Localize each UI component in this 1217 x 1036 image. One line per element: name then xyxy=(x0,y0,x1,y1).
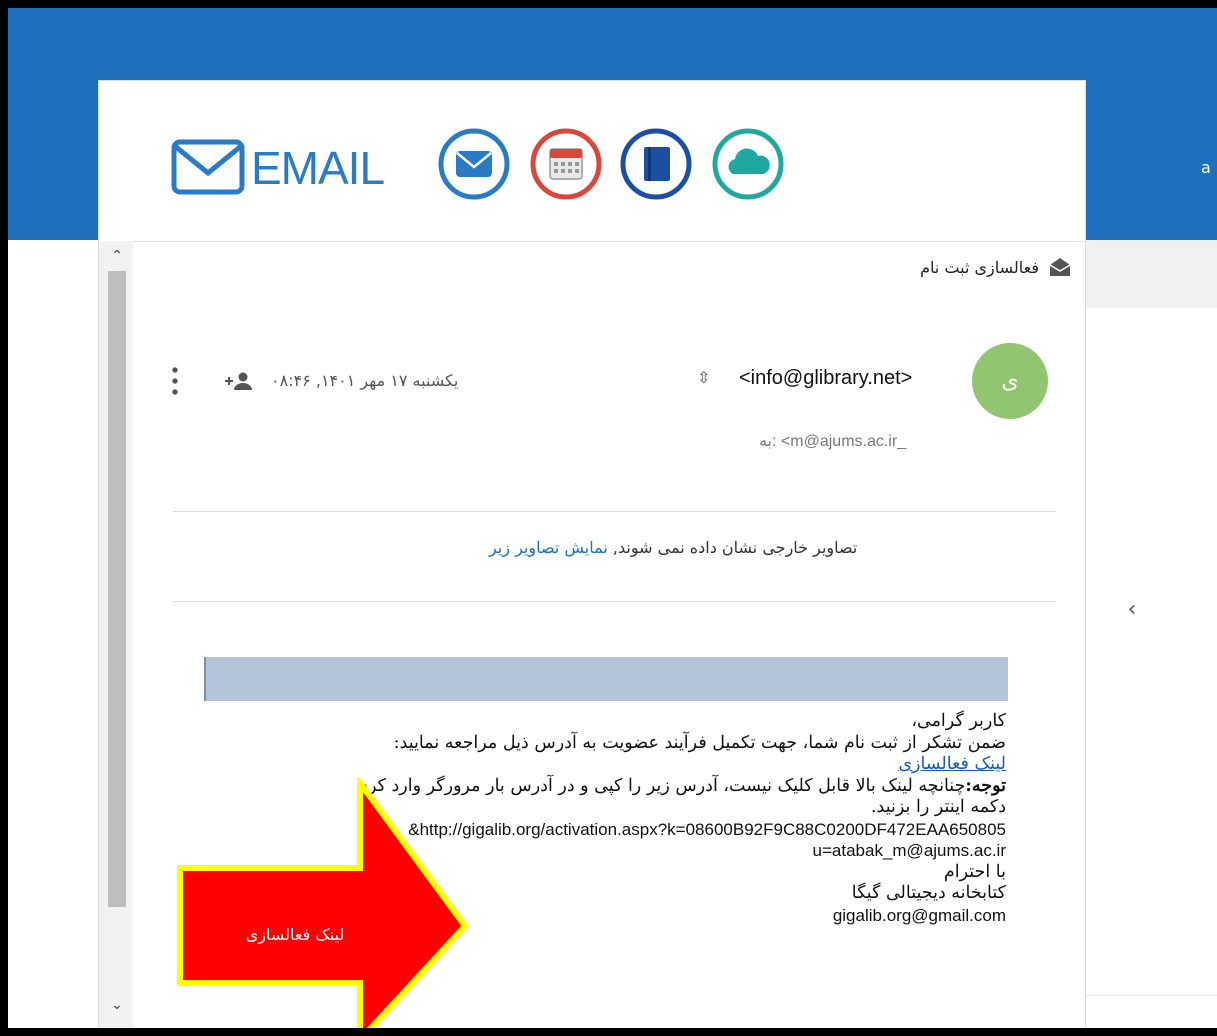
message-list-header xyxy=(1085,240,1217,308)
email-banner xyxy=(204,657,1008,701)
add-contact-icon[interactable] xyxy=(225,371,253,391)
body-greeting: کاربر گرامی، xyxy=(911,711,1006,731)
notebook-icon[interactable] xyxy=(619,127,693,201)
calendar-icon[interactable] xyxy=(529,127,603,201)
envelope-open-icon xyxy=(1049,258,1071,276)
logo-text: EMAIL xyxy=(251,142,385,194)
note-label: توجه: xyxy=(965,775,1006,796)
header-edge-text: a xyxy=(1201,158,1211,177)
email-subject: فعالسازی ثبت نام xyxy=(920,257,1039,277)
recipient: به: <m@ajums.ac.ir_ xyxy=(759,433,907,450)
scroll-up-icon[interactable]: ⌃ xyxy=(107,247,127,265)
annotation-label: لینک فعالسازی xyxy=(245,925,345,944)
annotation-arrow xyxy=(177,778,469,1028)
expand-toggle-icon[interactable]: ⇳ xyxy=(697,368,710,387)
card-header: EMAIL xyxy=(99,81,1085,242)
scroll-thumb[interactable] xyxy=(108,271,126,907)
body-line: ضمن تشکر از ثبت نام شما، جهت تکمیل فرآین… xyxy=(393,732,1006,753)
subject-row: فعالسازی ثبت نام xyxy=(920,257,1071,277)
avatar: ی xyxy=(972,343,1048,419)
email-date: یکشنبه ۱۷ مهر ۱۴۰۱, ۰۸:۴۶ xyxy=(271,371,459,390)
scroll-down-icon[interactable]: ⌄ xyxy=(107,996,127,1014)
scrollbar[interactable]: ⌃ ⌄ xyxy=(99,241,133,1028)
external-images-notice: تصاویر خارجی نشان داده نمی شوند, نمایش ت… xyxy=(489,538,857,557)
show-images-link[interactable]: نمایش تصاویر زیر xyxy=(489,538,608,557)
divider xyxy=(1085,995,1217,996)
screenshot-frame: a ‹ EMAIL ⌃ ⌄ فعالسازی ثبت نام ی <info@g… xyxy=(8,8,1217,1028)
mail-icon[interactable] xyxy=(437,127,511,201)
activation-link[interactable]: لینک فعالسازی xyxy=(898,754,1006,774)
divider xyxy=(173,511,1056,512)
envelope-logo-icon xyxy=(171,139,245,195)
cloud-icon[interactable] xyxy=(711,127,785,201)
more-options-icon[interactable] xyxy=(169,365,181,397)
divider xyxy=(173,601,1056,602)
sender-email[interactable]: <info@glibrary.net> xyxy=(739,367,912,390)
avatar-initial: ی xyxy=(1001,368,1019,394)
chevron-left-icon[interactable]: ‹ xyxy=(1122,598,1142,622)
images-notice-text: تصاویر خارجی نشان داده نمی شوند, xyxy=(612,538,858,557)
